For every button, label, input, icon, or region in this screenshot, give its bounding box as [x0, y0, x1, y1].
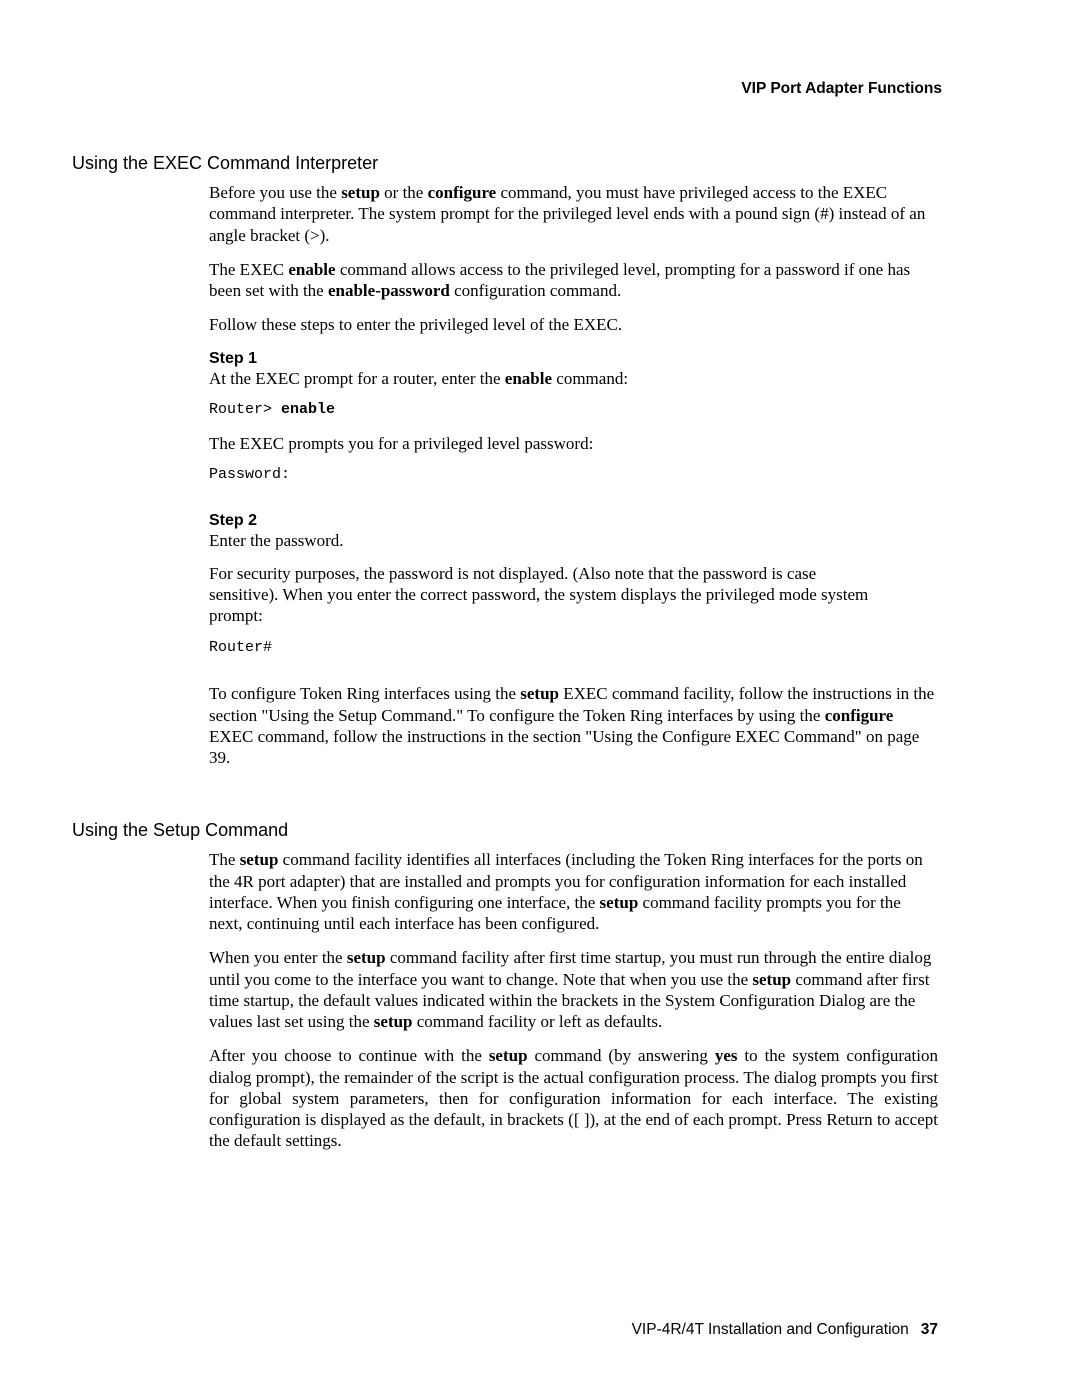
bold: setup — [600, 893, 639, 912]
bold: yes — [715, 1046, 738, 1065]
bold: configure — [428, 183, 497, 202]
footer-title: VIP-4R/4T Installation and Configuration — [632, 1321, 909, 1338]
section1-body: Before you use the setup or the configur… — [209, 182, 938, 768]
terminal-output: Password: — [209, 466, 878, 485]
prompt: Router> — [209, 401, 281, 418]
bold: configure — [825, 706, 894, 725]
s1-p2: The EXEC enable command allows access to… — [209, 259, 938, 302]
bold: setup — [341, 183, 380, 202]
text: When you enter the — [209, 948, 347, 967]
text: The — [209, 850, 240, 869]
section2: Using the Setup Command The setup comman… — [72, 820, 938, 1151]
step-label: Step 1 — [209, 350, 267, 368]
bold: enable — [505, 369, 552, 388]
step2-line1: Enter the password. — [209, 530, 878, 551]
text: At the EXEC prompt for a router, enter t… — [209, 369, 505, 388]
step-body: At the EXEC prompt for a router, enter t… — [209, 368, 878, 498]
bold: setup — [489, 1046, 528, 1065]
s1-p4: To configure Token Ring interfaces using… — [209, 683, 938, 768]
text: Before you use the — [209, 183, 341, 202]
step-2: Step 2 Enter the password. For security … — [209, 511, 938, 671]
terminal-output: Router> enable — [209, 401, 878, 420]
text: To configure Token Ring interfaces using… — [209, 684, 520, 703]
s1-p1: Before you use the setup or the configur… — [209, 182, 938, 246]
section2-body: The setup command facility identifies al… — [209, 849, 938, 1151]
page: VIP Port Adapter Functions Using the EXE… — [0, 0, 1080, 1397]
step-body: Enter the password. For security purpose… — [209, 530, 878, 671]
command-bold: enable — [281, 401, 335, 418]
step-label: Step 2 — [209, 512, 267, 530]
step-1: Step 1 At the EXEC prompt for a router, … — [209, 349, 938, 498]
text: command: — [552, 369, 628, 388]
s2-p2: When you enter the setup command facilit… — [209, 947, 938, 1032]
page-number: 37 — [921, 1321, 938, 1338]
text: command facility or left as defaults. — [413, 1012, 663, 1031]
bold: setup — [240, 850, 279, 869]
text: EXEC command, follow the instructions in… — [209, 727, 919, 767]
text: command (by answering — [528, 1046, 715, 1065]
s2-p3: After you choose to continue with the se… — [209, 1045, 938, 1151]
step1-line2: The EXEC prompts you for a privileged le… — [209, 433, 878, 454]
bold: enable-password — [328, 281, 450, 300]
s2-p1: The setup command facility identifies al… — [209, 849, 938, 934]
bold: setup — [347, 948, 386, 967]
step1-line1: At the EXEC prompt for a router, enter t… — [209, 368, 878, 389]
section-heading-exec: Using the EXEC Command Interpreter — [72, 153, 938, 174]
text: The EXEC — [209, 260, 288, 279]
bold: setup — [374, 1012, 413, 1031]
step2-line2: For security purposes, the password is n… — [209, 563, 878, 627]
running-header: VIP Port Adapter Functions — [72, 80, 942, 98]
s1-p3: Follow these steps to enter the privileg… — [209, 314, 938, 335]
text: or the — [380, 183, 428, 202]
terminal-output: Router# — [209, 639, 878, 658]
text: configuration command. — [450, 281, 621, 300]
page-footer: VIP-4R/4T Installation and Configuration… — [632, 1321, 938, 1339]
text: After you choose to continue with the — [209, 1046, 489, 1065]
bold: setup — [752, 970, 791, 989]
bold: setup — [520, 684, 559, 703]
section-heading-setup: Using the Setup Command — [72, 820, 938, 841]
bold: enable — [288, 260, 335, 279]
